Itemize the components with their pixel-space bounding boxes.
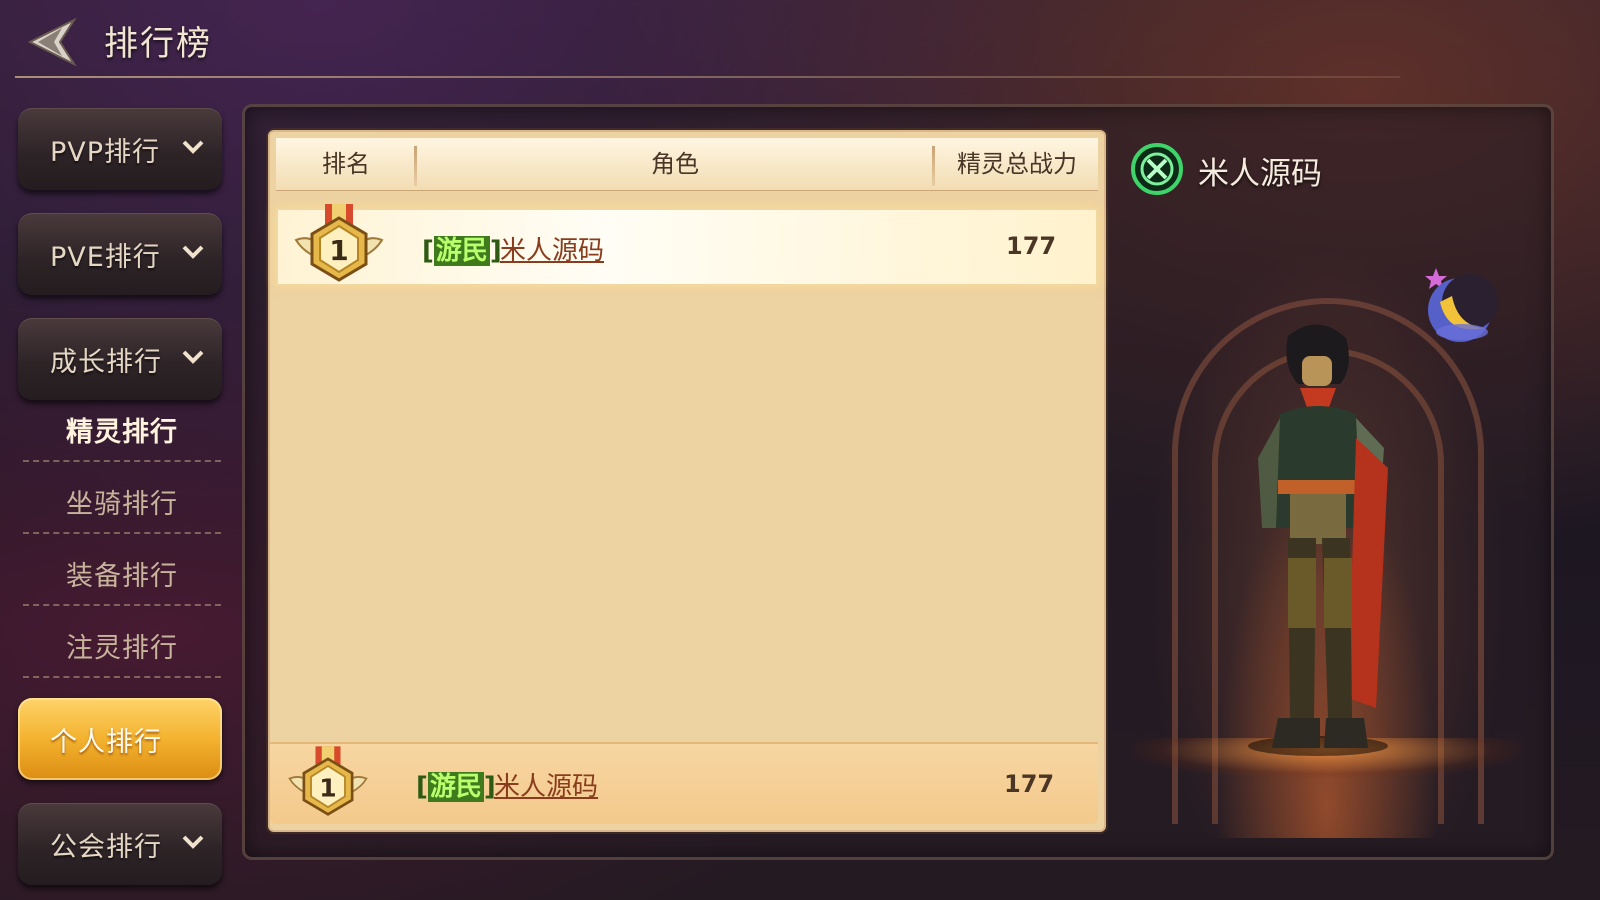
guild-emblem-icon xyxy=(1131,143,1183,195)
header-separator xyxy=(932,146,935,186)
sub-item-label: 注灵排行 xyxy=(66,633,178,664)
category-pvp-button[interactable]: PVP排行 xyxy=(18,108,222,190)
divider xyxy=(23,460,221,462)
player-title-tag: [游民] xyxy=(416,772,496,802)
sub-item-equipment-ranking[interactable]: 装备排行 xyxy=(23,536,221,606)
table-header: 排名 角色 精灵总战力 xyxy=(276,138,1098,191)
page-title: 排行榜 xyxy=(104,24,212,64)
svg-text:1: 1 xyxy=(319,773,336,802)
category-pve-button[interactable]: PVE排行 xyxy=(18,213,222,295)
rank-medal-icon: 1 xyxy=(294,204,384,282)
svg-text:1: 1 xyxy=(329,234,348,267)
category-label: PVE排行 xyxy=(50,242,161,273)
sub-item-label: 坐骑排行 xyxy=(66,489,178,520)
player-title-tag: [游民] xyxy=(422,236,502,266)
moon-pet-icon xyxy=(1425,268,1498,342)
spirit-power-value: 177 xyxy=(1004,770,1055,798)
divider xyxy=(23,676,221,678)
divider xyxy=(23,532,221,534)
header-divider xyxy=(15,76,1400,78)
my-ranking-row[interactable]: 1 [游民] 米人源码 177 xyxy=(270,742,1098,824)
player-name-link[interactable]: 米人源码 xyxy=(494,766,598,803)
chevron-down-icon xyxy=(182,835,204,849)
category-label: 成长排行 xyxy=(50,347,162,378)
divider xyxy=(23,604,221,606)
category-label: 公会排行 xyxy=(50,832,162,863)
sub-item-label: 装备排行 xyxy=(66,561,178,592)
column-header-character: 角色 xyxy=(651,150,699,178)
sub-item-label: 精灵排行 xyxy=(66,417,178,448)
category-label: PVP排行 xyxy=(50,137,161,168)
back-button[interactable] xyxy=(22,14,80,70)
column-header-spirit-power: 精灵总战力 xyxy=(957,150,1077,178)
sub-item-mount-ranking[interactable]: 坐骑排行 xyxy=(23,464,221,534)
table-row[interactable]: 1 [游民] 米人源码 177 xyxy=(276,204,1098,286)
category-label: 个人排行 xyxy=(50,727,162,758)
back-arrow-icon xyxy=(27,17,77,67)
category-growth-button[interactable]: 成长排行 xyxy=(18,318,222,400)
preview-player-name: 米人源码 xyxy=(1198,156,1322,192)
chevron-down-icon xyxy=(182,245,204,259)
chevron-down-icon xyxy=(182,350,204,364)
column-header-rank: 排名 xyxy=(322,150,370,178)
spirit-power-value: 177 xyxy=(1006,232,1057,260)
category-guild-button[interactable]: 公会排行 xyxy=(18,803,222,885)
category-personal-button[interactable]: 个人排行 xyxy=(18,698,222,780)
player-character-model xyxy=(1248,324,1388,756)
player-name-link[interactable]: 米人源码 xyxy=(500,230,604,267)
rank-medal-icon: 1 xyxy=(288,746,368,816)
sub-item-spirit-ranking[interactable]: 精灵排行 xyxy=(23,392,221,462)
ranking-table[interactable]: 排名 角色 精灵总战力 1 [游民] 米人源码 177 xyxy=(268,130,1106,832)
sub-item-infusion-ranking[interactable]: 注灵排行 xyxy=(23,608,221,678)
chevron-down-icon xyxy=(182,140,204,154)
top-bar: 排行榜 xyxy=(0,0,1600,80)
